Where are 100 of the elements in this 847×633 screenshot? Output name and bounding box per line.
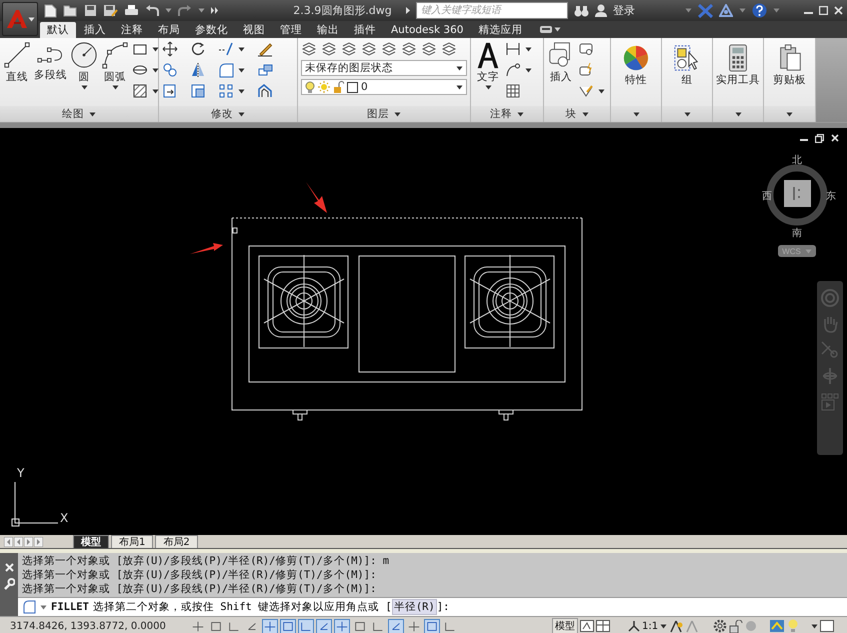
arc-icon[interactable] (101, 41, 129, 69)
caret-icon[interactable] (660, 624, 668, 628)
new-file-icon[interactable] (44, 4, 57, 18)
scroll-left-icon[interactable] (4, 536, 13, 546)
tool-label[interactable]: 组 (682, 73, 692, 87)
mirror-icon[interactable] (190, 62, 206, 78)
gear-icon[interactable] (713, 619, 728, 633)
triangle-icon[interactable] (718, 4, 733, 17)
sign-in-link[interactable]: 登录 (612, 3, 635, 18)
leader-icon[interactable] (505, 62, 521, 78)
ribbon-tab[interactable]: 输出 (310, 22, 346, 38)
ribbon-toggle-icon[interactable] (540, 26, 552, 33)
rotate-icon[interactable] (190, 41, 206, 57)
chevron-right-icon[interactable] (406, 7, 410, 14)
drafting-toggle-icon[interactable] (262, 618, 278, 633)
drafting-toggle-icon[interactable] (424, 618, 440, 633)
layer-dropdown[interactable]: 0 (301, 79, 467, 95)
stretch-icon[interactable] (162, 83, 178, 99)
move-icon[interactable] (162, 41, 178, 57)
attribute-icon[interactable] (578, 83, 594, 99)
drafting-toggle-icon[interactable] (298, 618, 314, 633)
double-chevron-icon[interactable] (211, 7, 219, 14)
scroll-right-icon[interactable] (34, 536, 43, 546)
caret-icon[interactable] (525, 68, 532, 72)
maximize-icon[interactable] (818, 6, 828, 15)
tool-label[interactable]: 多段线 (34, 68, 67, 82)
layers-icon[interactable] (401, 41, 417, 57)
tool-label[interactable]: 特性 (625, 73, 647, 87)
panel-title[interactable]: 绘图 (62, 107, 84, 121)
layers-icon[interactable] (441, 41, 457, 57)
caret-icon[interactable] (238, 46, 245, 52)
layers-icon[interactable] (341, 41, 357, 57)
caret-icon[interactable] (517, 112, 524, 116)
circle-icon[interactable] (70, 41, 98, 69)
caret-icon[interactable] (554, 27, 562, 32)
tool-label[interactable]: 插入 (550, 70, 572, 84)
fillet-icon[interactable] (218, 62, 234, 78)
close-icon[interactable] (834, 6, 843, 15)
caret-icon[interactable] (484, 85, 492, 90)
redo-icon[interactable] (178, 4, 192, 16)
drafting-toggle-icon[interactable] (316, 618, 332, 633)
block-edit-icon[interactable] (578, 62, 594, 78)
binoculars-icon[interactable] (574, 4, 589, 16)
drafting-toggle-icon[interactable] (334, 618, 350, 633)
caret-icon[interactable] (80, 85, 88, 90)
layout-icon[interactable] (580, 620, 594, 632)
tool-label[interactable]: 直线 (6, 70, 28, 84)
layers-icon[interactable] (301, 41, 317, 57)
tool-label[interactable]: 文字 (477, 70, 499, 84)
caret-icon[interactable] (734, 112, 742, 116)
caret-icon[interactable] (238, 112, 245, 116)
scale-icon[interactable] (190, 83, 206, 99)
copy-icon[interactable] (162, 62, 178, 78)
restore-icon[interactable] (815, 134, 824, 143)
layout-tab[interactable]: 模型 (73, 535, 109, 548)
save-as-icon[interactable] (103, 4, 118, 17)
model-space-button[interactable]: 模型 (552, 618, 578, 633)
drafting-toggle-icon[interactable] (388, 618, 404, 633)
layer-state-dropdown[interactable]: 未保存的图层状态 (301, 60, 467, 76)
line-icon[interactable] (3, 41, 31, 69)
caret-icon[interactable] (394, 112, 401, 116)
layers-icon[interactable] (321, 41, 337, 57)
caret-icon[interactable] (632, 112, 640, 116)
panel-title[interactable]: 修改 (211, 107, 233, 121)
padlock-icon[interactable] (729, 620, 744, 632)
tool-label[interactable]: 实用工具 (716, 73, 760, 87)
panel-title[interactable]: 块 (566, 107, 576, 121)
layout-tab[interactable]: 布局1 (111, 535, 154, 548)
layers-icon[interactable] (361, 41, 377, 57)
caret-icon[interactable] (238, 88, 245, 94)
caret-icon[interactable] (89, 112, 96, 116)
caret-icon[interactable] (786, 112, 793, 116)
ribbon-tab[interactable]: 管理 (273, 22, 309, 38)
annotation-visibility-icon[interactable] (669, 620, 684, 632)
caret-icon[interactable] (684, 112, 690, 116)
scroll-right-icon[interactable] (24, 536, 33, 546)
ribbon-tab[interactable]: Autodesk 360 (384, 22, 470, 38)
viewports-icon[interactable] (596, 620, 610, 632)
caret-icon[interactable] (238, 68, 245, 72)
ribbon-tab[interactable]: 精选应用 (471, 22, 530, 38)
clean-screen-icon[interactable] (820, 620, 834, 632)
drafting-toggle-icon[interactable] (280, 618, 296, 633)
application-menu-button[interactable] (2, 2, 38, 36)
caret-icon[interactable] (582, 112, 588, 116)
undo-icon[interactable] (145, 4, 159, 16)
pencil-icon[interactable] (257, 41, 273, 57)
hatch-icon[interactable] (132, 83, 148, 99)
group-select-icon[interactable] (673, 44, 701, 72)
caret-icon[interactable] (598, 88, 605, 94)
trim-icon[interactable] (218, 41, 234, 57)
help-icon[interactable] (752, 3, 767, 18)
ribbon-tab[interactable]: 插件 (347, 22, 383, 38)
wrench-icon[interactable] (3, 578, 15, 590)
open-folder-icon[interactable] (63, 4, 78, 17)
shapes-icon[interactable] (257, 62, 273, 78)
caret-icon[interactable] (152, 46, 159, 52)
caret-icon[interactable] (112, 85, 118, 90)
caret-icon[interactable] (456, 66, 463, 70)
scroll-left-icon[interactable] (14, 536, 23, 546)
printer-icon[interactable] (124, 4, 139, 17)
